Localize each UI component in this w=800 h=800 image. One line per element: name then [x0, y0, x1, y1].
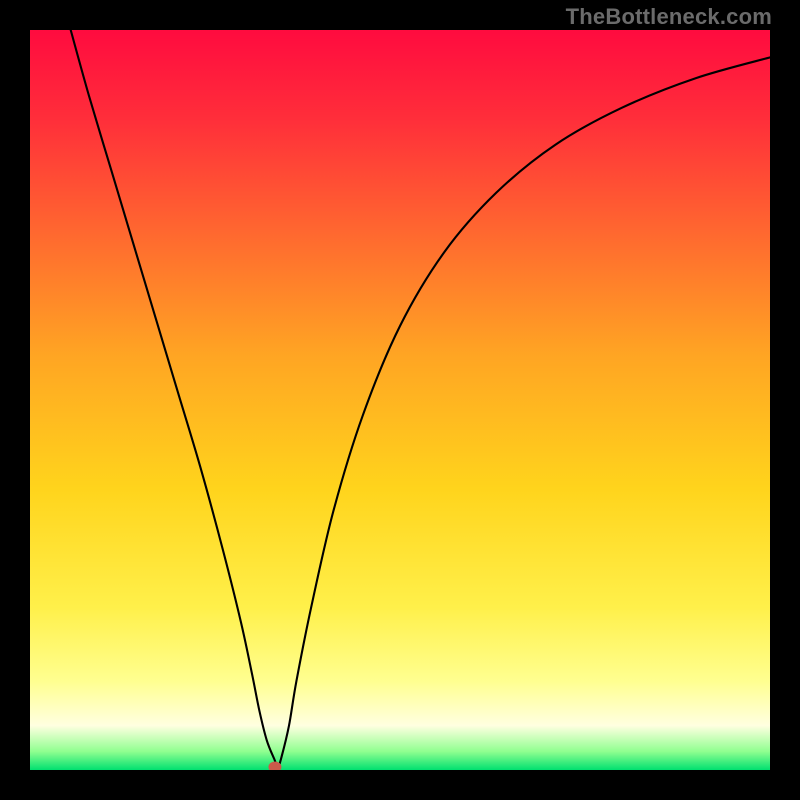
plot-frame [30, 30, 770, 770]
plot-svg [30, 30, 770, 770]
watermark-text: TheBottleneck.com [566, 4, 772, 30]
plot-background [30, 30, 770, 770]
